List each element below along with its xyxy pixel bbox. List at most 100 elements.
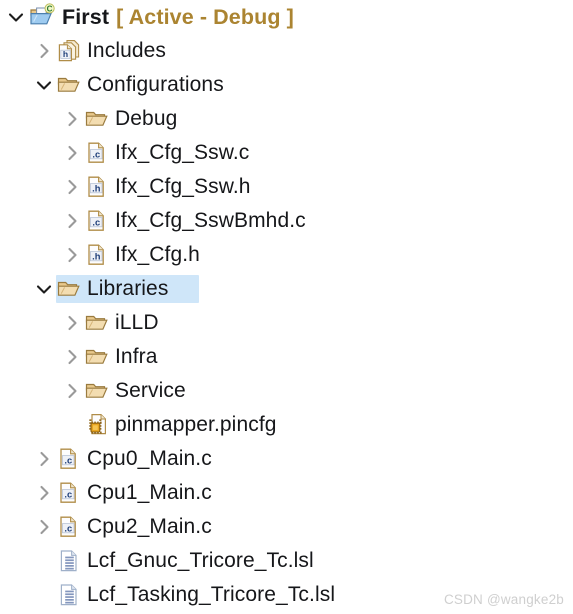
svg-text:.c: .c (92, 216, 100, 227)
chevron-right-icon[interactable] (60, 379, 84, 403)
svg-text:.c: .c (64, 522, 72, 533)
tree-row[interactable]: .c Cpu1_Main.c (0, 476, 573, 510)
tree-row[interactable]: .c Ifx_Cfg_Ssw.c (0, 136, 573, 170)
tree-row[interactable]: .c Cpu2_Main.c (0, 510, 573, 544)
folder-icon (84, 344, 110, 370)
h-header-file-icon: .h (84, 242, 110, 268)
tree-row-label: Cpu0_Main.c (87, 447, 212, 470)
chevron-down-icon[interactable] (32, 73, 56, 97)
tree-row-label: Ifx_Cfg.h (115, 243, 200, 266)
tree-row-label: Service (115, 379, 186, 402)
tree-row[interactable]: Lcf_Gnuc_Tricore_Tc.lsl (0, 544, 573, 578)
tree-row[interactable]: .h Ifx_Cfg_Ssw.h (0, 170, 573, 204)
chevron-right-icon[interactable] (32, 447, 56, 471)
chevron-down-icon[interactable] (32, 277, 56, 301)
tree-row-label: Lcf_Gnuc_Tricore_Tc.lsl (87, 549, 314, 572)
tree-row-label: Configurations (87, 73, 224, 96)
c-source-file-icon: .c (56, 446, 82, 472)
tree-row-label: Ifx_Cfg_Ssw.h (115, 175, 251, 198)
svg-text:.h: .h (92, 250, 101, 261)
active-configuration-badge: [ Active - Debug ] (116, 5, 294, 29)
tree-row[interactable]: .h Ifx_Cfg.h (0, 238, 573, 272)
svg-text:.c: .c (64, 488, 72, 499)
watermark-text: CSDN @wangke2b (443, 592, 564, 607)
chevron-down-icon[interactable] (4, 5, 28, 29)
chevron-right-icon[interactable] (60, 345, 84, 369)
tree-row[interactable]: pinmapper.pincfg (0, 408, 573, 442)
svg-text:h: h (63, 49, 68, 59)
tree-row[interactable]: Debug (0, 102, 573, 136)
c-source-file-icon: .c (56, 480, 82, 506)
tree-row-label: First (62, 5, 110, 29)
includes-stack-h-icon: h (56, 38, 82, 64)
folder-icon (56, 276, 82, 302)
pincfg-chip-file-icon (84, 412, 110, 438)
tree-row[interactable]: Service (0, 374, 573, 408)
chevron-right-icon[interactable] (32, 39, 56, 63)
lsl-script-file-icon (56, 548, 82, 574)
tree-row-label: Libraries (87, 277, 169, 300)
tree-row[interactable]: C First[ Active - Debug ] (0, 0, 573, 34)
chevron-right-icon[interactable] (60, 209, 84, 233)
tree-row[interactable]: .c Cpu0_Main.c (0, 442, 573, 476)
project-folder-c-icon: C (28, 2, 57, 32)
tree-row-label: Cpu1_Main.c (87, 481, 212, 504)
c-source-file-icon: .c (84, 140, 110, 166)
svg-text:.c: .c (64, 454, 72, 465)
chevron-right-icon[interactable] (60, 243, 84, 267)
tree-row[interactable]: Libraries (0, 272, 573, 306)
tree-row[interactable]: .c Ifx_Cfg_SswBmhd.c (0, 204, 573, 238)
folder-icon (84, 106, 110, 132)
tree-row[interactable]: iLLD (0, 306, 573, 340)
c-source-file-icon: .c (56, 514, 82, 540)
svg-text:C: C (47, 4, 53, 13)
svg-text:.h: .h (92, 182, 101, 193)
chevron-right-icon[interactable] (60, 107, 84, 131)
tree-row-label: pinmapper.pincfg (115, 413, 277, 436)
chevron-right-icon[interactable] (60, 141, 84, 165)
c-source-file-icon: .c (84, 208, 110, 234)
tree-row-label: Cpu2_Main.c (87, 515, 212, 538)
twisty-placeholder (32, 583, 56, 607)
tree-row-label: Ifx_Cfg_SswBmhd.c (115, 209, 306, 232)
chevron-right-icon[interactable] (60, 175, 84, 199)
twisty-placeholder (32, 549, 56, 573)
folder-icon (84, 378, 110, 404)
tree-row-label: Debug (115, 107, 178, 130)
tree-row[interactable]: Infra (0, 340, 573, 374)
project-explorer-tree[interactable]: C First[ Active - Debug ] h Includes Configu… (0, 0, 573, 612)
tree-row[interactable]: h Includes (0, 34, 573, 68)
chevron-right-icon[interactable] (32, 515, 56, 539)
folder-icon (56, 72, 82, 98)
svg-text:.c: .c (92, 148, 100, 159)
tree-row-label: Ifx_Cfg_Ssw.c (115, 141, 250, 164)
twisty-placeholder (60, 413, 84, 437)
chevron-right-icon[interactable] (32, 481, 56, 505)
tree-row-label: iLLD (115, 311, 159, 334)
tree-row-label: Infra (115, 345, 158, 368)
lsl-script-file-icon (56, 582, 82, 608)
tree-row[interactable]: Configurations (0, 68, 573, 102)
folder-icon (84, 310, 110, 336)
chevron-right-icon[interactable] (60, 311, 84, 335)
tree-row-label: Includes (87, 39, 167, 62)
tree-row-label: Lcf_Tasking_Tricore_Tc.lsl (87, 583, 336, 606)
h-header-file-icon: .h (84, 174, 110, 200)
